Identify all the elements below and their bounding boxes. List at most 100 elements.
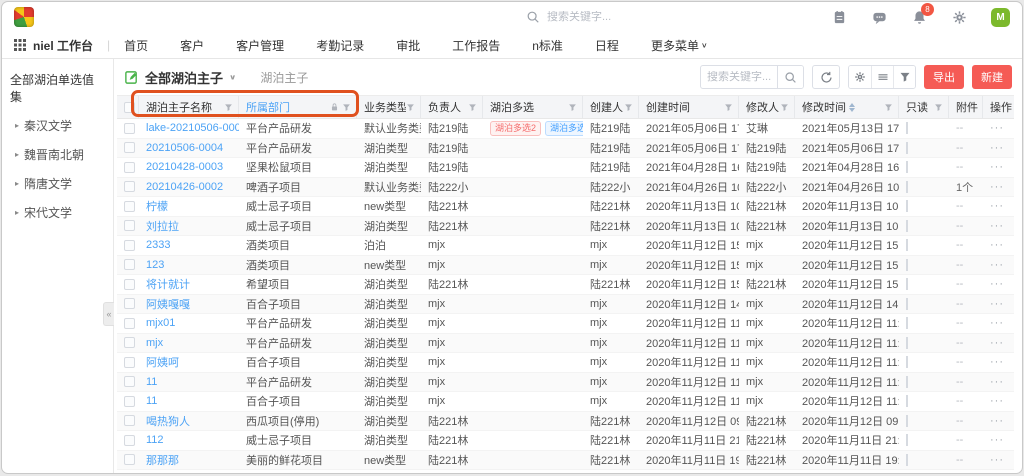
more-icon[interactable]: ··· <box>983 161 1017 173</box>
row-checkbox[interactable] <box>124 240 135 251</box>
table-row[interactable]: 将计就计 希望项目 湖泊类型 陆221林 陆221林 2020年11月12日 1… <box>117 275 1014 295</box>
table-row[interactable]: mjx01 平台产品研发 湖泊类型 mjx mjx 2020年11月12日 11… <box>117 314 1014 334</box>
readonly-checkbox[interactable] <box>906 161 908 173</box>
readonly-checkbox[interactable] <box>906 298 908 310</box>
view-subtitle[interactable]: 湖泊主子 <box>260 69 308 86</box>
col-header-modified[interactable]: 修改时间 <box>795 96 899 118</box>
row-checkbox[interactable] <box>124 259 135 270</box>
record-link[interactable]: 112 <box>139 434 239 446</box>
filter-funnel-icon[interactable] <box>406 103 415 112</box>
sidebar-item-weijin[interactable]: ▸ 魏晋南北朝 <box>2 140 113 169</box>
table-row[interactable]: 11 平台产品研发 湖泊类型 mjx mjx 2020年11月12日 11:11… <box>117 373 1014 393</box>
table-row[interactable]: mjx 平台产品研发 湖泊类型 mjx mjx 2020年11月12日 11:4… <box>117 334 1014 354</box>
readonly-checkbox[interactable] <box>906 337 908 349</box>
table-row[interactable]: 123 酒类项目 new类型 mjx mjx 2020年11月12日 15:25… <box>117 256 1014 276</box>
table-row[interactable]: 喝热狗人 西瓜项目(停用) 湖泊类型 陆221林 陆221林 2020年11月1… <box>117 412 1014 432</box>
nav-item-home[interactable]: 首页 <box>124 37 148 54</box>
filter-funnel-icon[interactable] <box>934 103 943 112</box>
record-link[interactable]: 20210426-0002 <box>139 181 239 193</box>
row-checkbox[interactable] <box>124 220 135 231</box>
more-icon[interactable]: ··· <box>983 376 1017 388</box>
record-link[interactable]: 喝热狗人 <box>139 413 239 429</box>
record-link[interactable]: 将计就计 <box>139 276 239 292</box>
nav-item-standard[interactable]: n标准 <box>532 37 563 54</box>
nav-item-attendance[interactable]: 考勤记录 <box>316 37 364 54</box>
readonly-checkbox[interactable] <box>906 434 908 446</box>
table-row[interactable]: 20210428-0003 坚果松鼠项目 湖泊类型 陆219陆 陆219陆 20… <box>117 158 1014 178</box>
app-logo[interactable] <box>14 7 34 27</box>
table-row[interactable]: 没有星途 平台产品研发 湖泊类型 工作流测试1 工作流测试1 2020年11月1… <box>117 470 1014 474</box>
view-selector[interactable]: 全部湖泊主子 ∨ <box>124 68 236 87</box>
more-icon[interactable]: ··· <box>983 122 1017 134</box>
filter-funnel-icon[interactable] <box>724 103 733 112</box>
sidebar-item-qinhan[interactable]: ▸ 秦汉文学 <box>2 111 113 140</box>
col-header-type[interactable]: 业务类型 <box>357 96 421 118</box>
nav-item-report[interactable]: 工作报告 <box>452 37 500 54</box>
record-link[interactable]: 20210428-0003 <box>139 161 239 173</box>
record-link[interactable]: 那那那 <box>139 452 239 468</box>
row-checkbox[interactable] <box>124 318 135 329</box>
nav-item-schedule[interactable]: 日程 <box>595 37 619 54</box>
filter-funnel-icon[interactable] <box>468 103 477 112</box>
row-checkbox[interactable] <box>124 396 135 407</box>
table-row[interactable]: 20210426-0002 啤酒子项目 默认业务类型 陆222小 陆222小 2… <box>117 178 1014 198</box>
gear-icon[interactable] <box>951 9 967 25</box>
workspace-switcher[interactable]: niel 工作台 <box>14 37 93 54</box>
filter-funnel-icon[interactable] <box>884 103 893 112</box>
col-header-readonly[interactable]: 只读 <box>899 96 949 118</box>
nav-item-customer[interactable]: 客户 <box>180 37 204 54</box>
search-icon[interactable] <box>777 65 803 89</box>
sidebar-item-songdai[interactable]: ▸ 宋代文学 <box>2 198 113 227</box>
row-checkbox[interactable] <box>124 376 135 387</box>
record-link[interactable]: 2333 <box>139 239 239 251</box>
record-link[interactable]: mjx <box>139 337 239 349</box>
row-checkbox[interactable] <box>124 279 135 290</box>
col-header-multi[interactable]: 湖泊多选 <box>483 96 583 118</box>
row-checkbox[interactable] <box>124 162 135 173</box>
record-link[interactable]: 阿姨呵 <box>139 354 239 370</box>
record-link[interactable]: 阿姨嘎嘎 <box>139 296 239 312</box>
filter-funnel-icon[interactable] <box>568 103 577 112</box>
sort-icon[interactable] <box>849 103 855 112</box>
create-button[interactable]: 新建 <box>972 65 1012 89</box>
row-checkbox[interactable] <box>124 181 135 192</box>
record-link[interactable]: 20210506-0004 <box>139 142 239 154</box>
table-row[interactable]: 20210506-0004 平台产品研发 湖泊类型 陆219陆 陆219陆 20… <box>117 139 1014 159</box>
col-header-modifier[interactable]: 修改人 <box>739 96 795 118</box>
row-checkbox[interactable] <box>124 142 135 153</box>
readonly-checkbox[interactable] <box>906 142 908 154</box>
settings-gear-icon[interactable] <box>849 66 871 88</box>
refresh-button[interactable] <box>812 65 840 89</box>
row-checkbox[interactable] <box>124 123 135 134</box>
row-checkbox[interactable] <box>124 415 135 426</box>
filter-funnel-icon[interactable] <box>342 103 351 112</box>
readonly-checkbox[interactable] <box>906 454 908 466</box>
record-link[interactable]: 刘拉拉 <box>139 218 239 234</box>
bell-icon[interactable]: 8 <box>911 9 927 25</box>
row-checkbox[interactable] <box>124 298 135 309</box>
table-row[interactable]: 刘拉拉 威士忌子项目 湖泊类型 陆221林 陆221林 2020年11月13日 … <box>117 217 1014 237</box>
col-header-owner[interactable]: 负责人 <box>421 96 483 118</box>
filter-funnel-icon[interactable] <box>780 103 789 112</box>
more-icon[interactable]: ··· <box>983 395 1017 407</box>
readonly-checkbox[interactable] <box>906 259 908 271</box>
more-icon[interactable]: ··· <box>983 259 1017 271</box>
record-link[interactable]: mjx01 <box>139 317 239 329</box>
readonly-checkbox[interactable] <box>906 122 908 134</box>
sidebar-item-suitang[interactable]: ▸ 隋唐文学 <box>2 169 113 198</box>
readonly-checkbox[interactable] <box>906 356 908 368</box>
table-row[interactable]: 阿姨嘎嘎 百合子项目 湖泊类型 mjx mjx 2020年11月12日 14:3… <box>117 295 1014 315</box>
row-checkbox[interactable] <box>124 357 135 368</box>
readonly-checkbox[interactable] <box>906 395 908 407</box>
density-icon[interactable] <box>871 66 893 88</box>
more-icon[interactable]: ··· <box>983 239 1017 251</box>
readonly-checkbox[interactable] <box>906 200 908 212</box>
col-header-creator[interactable]: 创建人 <box>583 96 639 118</box>
readonly-checkbox[interactable] <box>906 415 908 427</box>
filter-funnel-icon[interactable] <box>624 103 633 112</box>
readonly-checkbox[interactable] <box>906 278 908 290</box>
more-icon[interactable]: ··· <box>983 298 1017 310</box>
table-row[interactable]: 11 百合子项目 湖泊类型 mjx mjx 2020年11月12日 11:04 … <box>117 392 1014 412</box>
more-icon[interactable]: ··· <box>983 142 1017 154</box>
col-header-created[interactable]: 创建时间 <box>639 96 739 118</box>
